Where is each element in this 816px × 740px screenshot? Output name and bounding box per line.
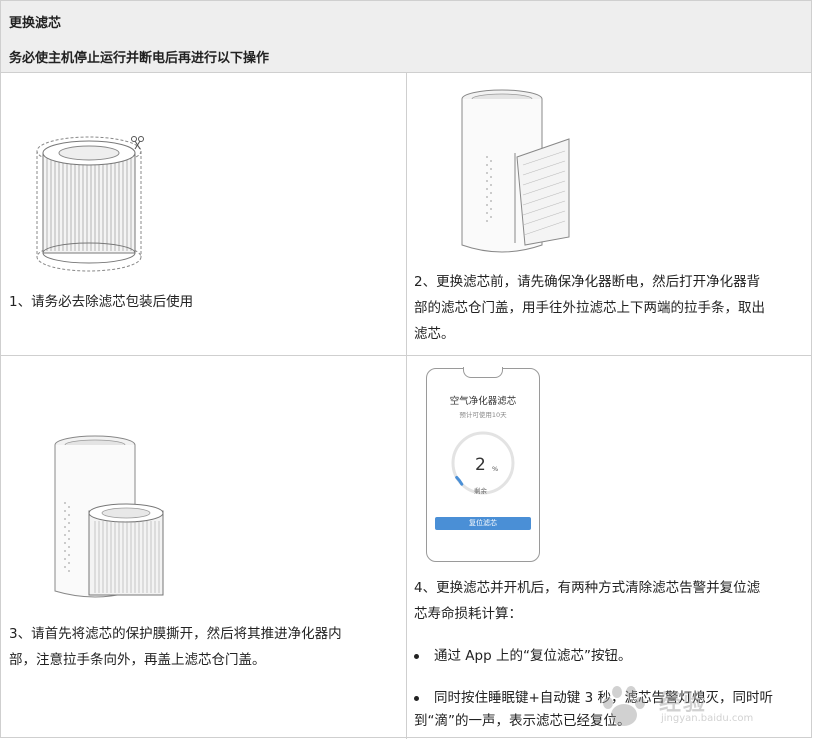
- filter-cartridge-illustration: [36, 136, 144, 272]
- step-2-line: 2、更换滤芯前，请先确保净化器断电，然后打开净化器背: [414, 274, 761, 290]
- table-header: 更换滤芯 务必使主机停止运行并断电后再进行以下操作: [1, 1, 811, 73]
- column-divider: [406, 72, 407, 739]
- baidu-jingyan-watermark: 经验 jingyan.baidu.com: [597, 683, 807, 731]
- app-filter-title: 空气净化器滤芯: [449, 396, 517, 407]
- paw-logo-icon: [603, 686, 645, 726]
- step-4-line: 芯寿命损耗计算：: [414, 606, 522, 622]
- bullet-dot: [414, 696, 419, 701]
- app-screen-mockup: 空气净化器滤芯 预计可使用10天 2 % 剩余 复位滤芯: [426, 367, 540, 562]
- app-estimate-text: 预计可使用10天: [459, 411, 507, 419]
- step-3-line: 部，注意拉手条向外，再盖上滤芯仓门盖。: [9, 652, 266, 668]
- scissors-icon: [131, 136, 144, 150]
- step-3-line: 3、请首先将滤芯的保护膜撕开，然后将其推进净化器内: [9, 626, 342, 642]
- safety-notice: 务必使主机停止运行并断电后再进行以下操作: [9, 51, 270, 66]
- remaining-percent-value: 2: [475, 455, 486, 475]
- bullet-dot: [414, 654, 419, 659]
- remaining-label: 剩余: [474, 487, 487, 495]
- step-3-text: 3、请首先将滤芯的保护膜撕开，然后将其推进净化器内 部，注意拉手条向外，再盖上滤…: [9, 621, 342, 673]
- section-title: 更换滤芯: [9, 16, 62, 31]
- step-2-line: 部的滤芯仓门盖，用手往外拉滤芯上下两端的拉手条，取出: [414, 300, 765, 316]
- percent-unit: %: [492, 465, 499, 473]
- step-2-text: 2、更换滤芯前，请先确保净化器断电，然后打开净化器背 部的滤芯仓门盖，用手往外拉…: [414, 269, 765, 347]
- bullet-item: 通过 App 上的“复位滤芯”按钮。: [414, 643, 804, 669]
- step-1-text: 1、请务必去除滤芯包装后使用: [9, 294, 194, 310]
- bullet-line: 通过 App 上的“复位滤芯”按钮。: [434, 648, 632, 664]
- phone-notch: [463, 367, 503, 378]
- row-divider: [1, 355, 811, 356]
- watermark-url: jingyan.baidu.com: [661, 713, 754, 724]
- step-2-line: 滤芯。: [414, 326, 455, 342]
- purifier-cover-open-illustration: [461, 89, 570, 253]
- step-4-text: 4、更换滤芯并开机后，有两种方式清除滤芯告警并复位滤 芯寿命损耗计算：: [414, 575, 760, 627]
- instruction-table: 更换滤芯 务必使主机停止运行并断电后再进行以下操作 1、请务必去除滤芯包装后使用…: [0, 0, 812, 739]
- step-4-line: 4、更换滤芯并开机后，有两种方式清除滤芯告警并复位滤: [414, 580, 761, 596]
- reset-filter-button[interactable]: 复位滤芯: [435, 517, 531, 530]
- purifier-filter-insert-illustration: [54, 435, 164, 598]
